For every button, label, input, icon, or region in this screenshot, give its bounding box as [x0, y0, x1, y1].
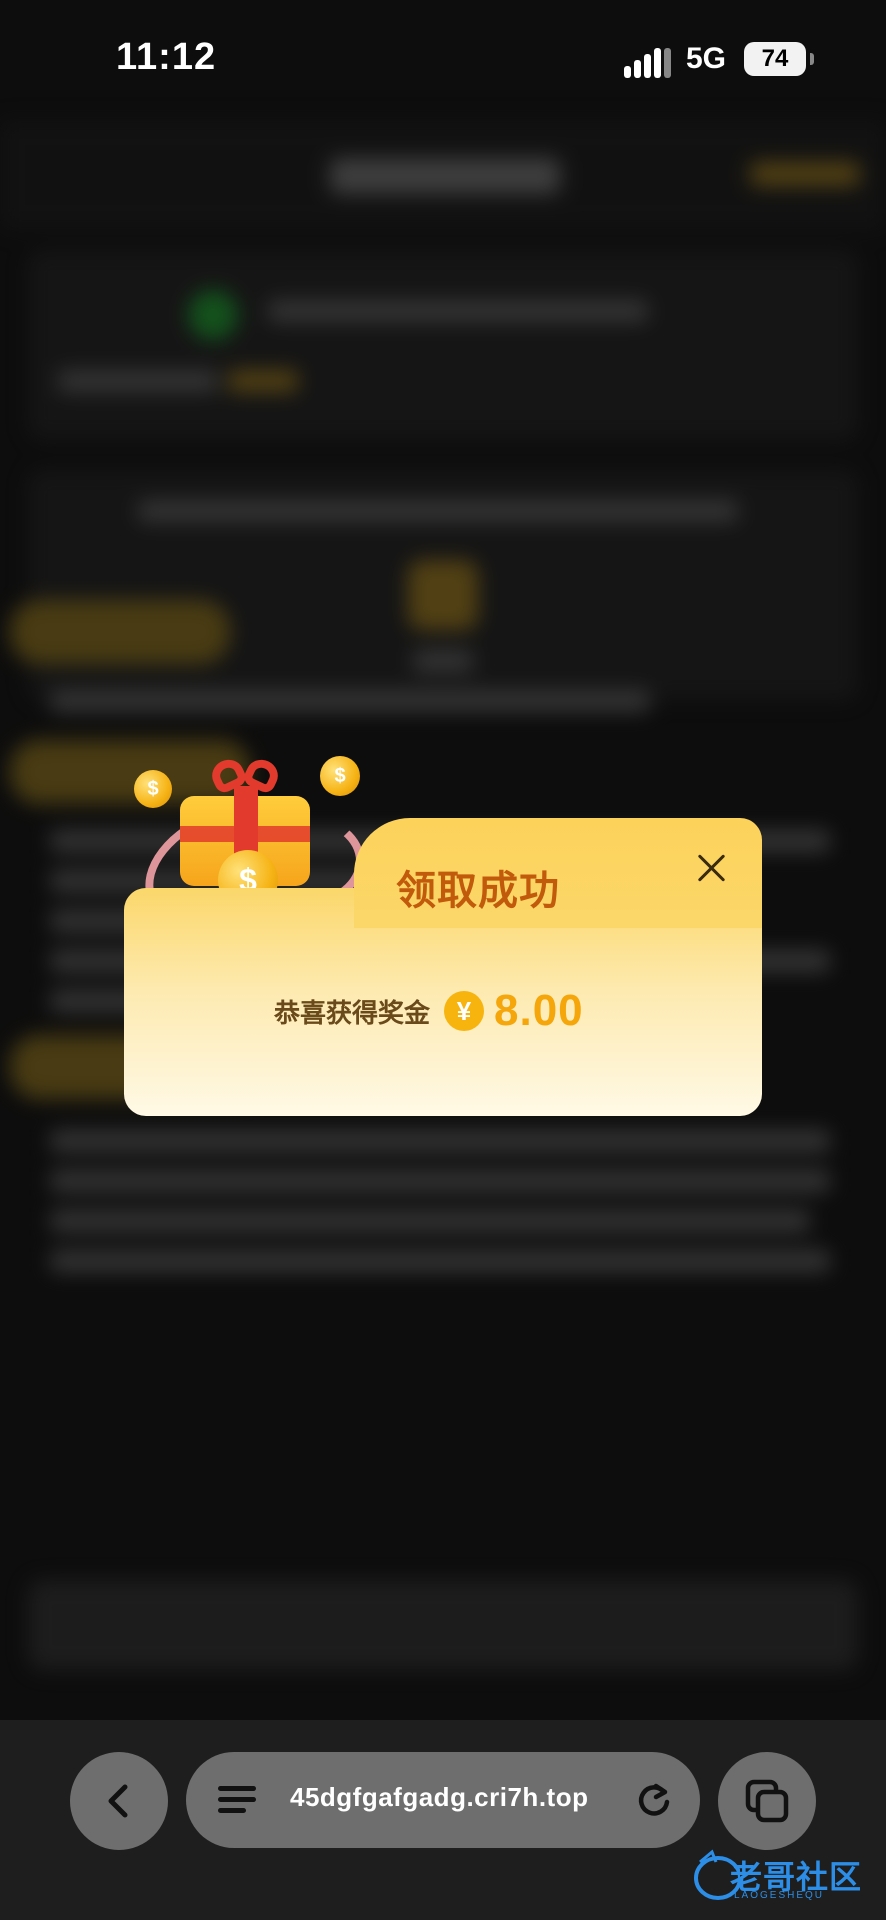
menu-icon[interactable] — [218, 1786, 256, 1814]
reward-dialog: 领取成功 恭喜获得奖金 ¥ 8.00 — [124, 818, 762, 1116]
tabs-icon — [745, 1779, 789, 1823]
watermark-logo: 老哥社区 LAOGESHEQU — [690, 1848, 880, 1908]
prize-label: 恭喜获得奖金 — [274, 997, 431, 1028]
background-card — [28, 250, 858, 440]
background-header — [0, 120, 886, 230]
battery-icon: 74 — [744, 42, 814, 76]
prize-amount: 8.00 — [494, 986, 584, 1035]
coin-icon: $ — [134, 770, 172, 808]
status-time: 11:12 — [116, 36, 217, 78]
coin-icon: $ — [320, 756, 360, 796]
network-type: 5G — [686, 42, 727, 75]
dialog-title: 领取成功 — [396, 869, 560, 913]
yen-icon: ¥ — [444, 991, 485, 1031]
back-button[interactable] — [70, 1752, 168, 1850]
background-card — [28, 470, 858, 700]
watermark-subtext: LAOGESHEQU — [734, 1890, 825, 1901]
prize-row: 恭喜获得奖金 ¥ 8.00 — [274, 986, 584, 1036]
signal-icon — [624, 46, 672, 78]
chevron-left-icon — [108, 1784, 128, 1818]
tabs-button[interactable] — [718, 1752, 816, 1850]
status-bar: 11:12 5G 74 — [0, 0, 886, 120]
address-bar[interactable]: 45dgfgafgadg.cri7h.top — [186, 1752, 700, 1848]
reload-icon[interactable] — [634, 1780, 674, 1820]
url-text: 45dgfgafgadg.cri7h.top — [290, 1782, 589, 1812]
close-icon[interactable] — [692, 848, 732, 888]
